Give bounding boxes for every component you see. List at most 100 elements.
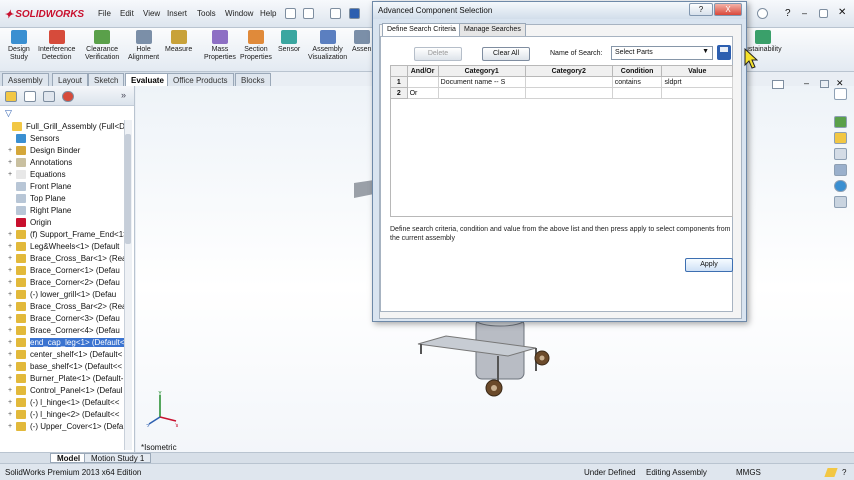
expand-arrows-icon[interactable]: » bbox=[121, 90, 126, 100]
rebuild-icon[interactable] bbox=[824, 468, 838, 477]
design-library-icon[interactable] bbox=[834, 132, 847, 144]
feature-manager-icon[interactable] bbox=[5, 91, 17, 102]
tab-manage-searches[interactable]: Manage Searches bbox=[459, 23, 526, 36]
menu-insert[interactable]: Insert bbox=[167, 9, 187, 18]
column-header[interactable]: Category1 bbox=[437, 65, 526, 77]
cmd-assembly-button[interactable]: Assen bbox=[352, 30, 371, 54]
cmd-interference-button[interactable]: Interference Detection bbox=[38, 30, 75, 62]
tree-item[interactable]: + Brace_Corner<4> (Defau bbox=[8, 324, 120, 336]
tree-item[interactable]: Top Plane bbox=[8, 192, 66, 204]
criteria-cell[interactable]: Document name -- S bbox=[437, 76, 526, 88]
save-icon[interactable] bbox=[349, 8, 360, 19]
cmd-design-study-button[interactable]: Design Study bbox=[8, 30, 30, 62]
tree-item[interactable]: Front Plane bbox=[8, 180, 71, 192]
tree-item[interactable]: + Control_Panel<1> (Defaul bbox=[8, 384, 123, 396]
tab-motion-study[interactable]: Motion Study 1 bbox=[84, 453, 152, 463]
delete-button[interactable]: Delete bbox=[414, 47, 462, 61]
tab-define-search-criteria[interactable]: Define Search Criteria bbox=[382, 23, 461, 37]
tab-assembly[interactable]: Assembly bbox=[2, 73, 49, 86]
expand-toggle-icon[interactable]: + bbox=[8, 159, 14, 166]
tree-item[interactable]: + Leg&Wheels<1> (Default bbox=[8, 240, 119, 252]
cmd-clearance-button[interactable]: Clearance Verification bbox=[85, 30, 119, 62]
tab-office-products[interactable]: Office Products bbox=[167, 73, 234, 86]
criteria-cell[interactable]: sldprt bbox=[661, 76, 733, 88]
expand-toggle-icon[interactable]: + bbox=[8, 375, 14, 382]
file-explorer-icon[interactable] bbox=[834, 148, 847, 160]
criteria-row[interactable]: 1 Document name -- S contains sldprt bbox=[390, 76, 733, 88]
tree-item[interactable]: + center_shelf<1> (Default< bbox=[8, 348, 122, 360]
appearances-icon[interactable] bbox=[834, 180, 847, 192]
name-of-search-select[interactable]: Select Parts ▼ bbox=[611, 46, 713, 60]
expand-toggle-icon[interactable]: + bbox=[8, 363, 14, 370]
tree-item[interactable]: + Brace_Corner<3> (Defau bbox=[8, 312, 120, 324]
expand-toggle-icon[interactable]: + bbox=[8, 171, 14, 178]
cmd-section-button[interactable]: Section Properties bbox=[240, 30, 272, 62]
expand-toggle-icon[interactable]: + bbox=[8, 255, 14, 262]
property-manager-icon[interactable] bbox=[24, 91, 36, 102]
column-header[interactable]: Condition bbox=[611, 65, 663, 77]
configuration-manager-icon[interactable] bbox=[43, 91, 55, 102]
menu-view[interactable]: View bbox=[143, 9, 160, 18]
split-view-icon[interactable] bbox=[772, 80, 784, 89]
tree-item[interactable]: + (-) lower_grill<1> (Defau bbox=[8, 288, 116, 300]
tree-item[interactable]: + Burner_Plate<1> (Default- bbox=[8, 372, 123, 384]
custom-properties-icon[interactable] bbox=[834, 196, 847, 208]
tree-item[interactable]: + (-) Upper_Cover<1> (Defa bbox=[8, 420, 123, 432]
tree-scroll-thumb[interactable] bbox=[125, 134, 131, 244]
menu-window[interactable]: Window bbox=[225, 9, 253, 18]
column-header[interactable] bbox=[390, 65, 408, 77]
criteria-cell[interactable] bbox=[524, 76, 613, 88]
tab-blocks[interactable]: Blocks bbox=[235, 73, 271, 86]
units-selector[interactable]: MMGS bbox=[736, 468, 761, 477]
tree-item[interactable]: + Brace_Corner<1> (Defau bbox=[8, 264, 120, 276]
criteria-row[interactable]: 2 Or bbox=[390, 87, 733, 99]
cmd-sensor-button[interactable]: Sensor bbox=[278, 30, 300, 54]
viewport-minimize-icon[interactable]: – bbox=[804, 78, 809, 88]
tree-item[interactable]: + Brace_Cross_Bar<2> (Rea bbox=[8, 300, 127, 312]
help-icon[interactable]: ? bbox=[785, 8, 791, 19]
tree-item[interactable]: + Equations bbox=[8, 168, 66, 180]
expand-toggle-icon[interactable]: + bbox=[8, 279, 14, 286]
criteria-cell[interactable] bbox=[437, 87, 526, 99]
expand-toggle-icon[interactable]: + bbox=[8, 291, 14, 298]
menu-tools[interactable]: Tools bbox=[197, 9, 216, 18]
cmd-measure-button[interactable]: Measure bbox=[165, 30, 192, 54]
criteria-cell[interactable] bbox=[661, 87, 733, 99]
tree-item[interactable]: Full_Grill_Assembly (Full<Dis bbox=[4, 120, 131, 132]
expand-toggle-icon[interactable]: + bbox=[8, 387, 14, 394]
new-icon[interactable] bbox=[303, 8, 314, 19]
clear-all-button[interactable]: Clear All bbox=[482, 47, 530, 61]
criteria-cell[interactable]: Or bbox=[406, 87, 439, 99]
resources-icon[interactable] bbox=[834, 116, 847, 128]
tree-item[interactable]: + Design Binder bbox=[8, 144, 80, 156]
tree-item[interactable]: + (f) Support_Frame_End<1> bbox=[8, 228, 128, 240]
tree-item[interactable]: + base_shelf<1> (Default<< bbox=[8, 360, 122, 372]
column-header[interactable]: Category2 bbox=[524, 65, 613, 77]
expand-toggle-icon[interactable]: + bbox=[8, 351, 14, 358]
cmd-hole-button[interactable]: Hole Alignment bbox=[128, 30, 159, 62]
menu-edit[interactable]: Edit bbox=[120, 9, 134, 18]
tree-item[interactable]: Origin bbox=[8, 216, 51, 228]
cmd-assembly-vis-button[interactable]: Assembly Visualization bbox=[308, 30, 347, 62]
expand-toggle-icon[interactable]: + bbox=[8, 411, 14, 418]
tree-item[interactable]: + Brace_Corner<2> (Defau bbox=[8, 276, 120, 288]
expand-toggle-icon[interactable]: + bbox=[8, 399, 14, 406]
tab-layout[interactable]: Layout bbox=[52, 73, 89, 86]
expand-toggle-icon[interactable]: + bbox=[8, 231, 14, 238]
column-header[interactable]: Value bbox=[661, 65, 733, 77]
tree-item[interactable]: + (-) l_hinge<1> (Default<< bbox=[8, 396, 119, 408]
expand-toggle-icon[interactable]: + bbox=[8, 303, 14, 310]
apply-button[interactable]: Apply bbox=[685, 258, 733, 272]
expand-toggle-icon[interactable]: + bbox=[8, 147, 14, 154]
filter-icon[interactable]: ▽ bbox=[5, 108, 12, 119]
criteria-cell[interactable] bbox=[611, 87, 663, 99]
pin-icon[interactable] bbox=[285, 8, 296, 19]
expand-toggle-icon[interactable]: + bbox=[8, 315, 14, 322]
tree-item[interactable]: + Brace_Cross_Bar<1> (Rea bbox=[8, 252, 127, 264]
menu-help[interactable]: Help bbox=[260, 9, 276, 18]
open-icon[interactable] bbox=[330, 8, 341, 19]
display-manager-icon[interactable] bbox=[62, 91, 74, 102]
tree-item[interactable]: Right Plane bbox=[8, 204, 71, 216]
tab-evaluate[interactable]: Evaluate bbox=[125, 73, 170, 86]
dialog-help-button[interactable]: ? bbox=[689, 3, 713, 16]
